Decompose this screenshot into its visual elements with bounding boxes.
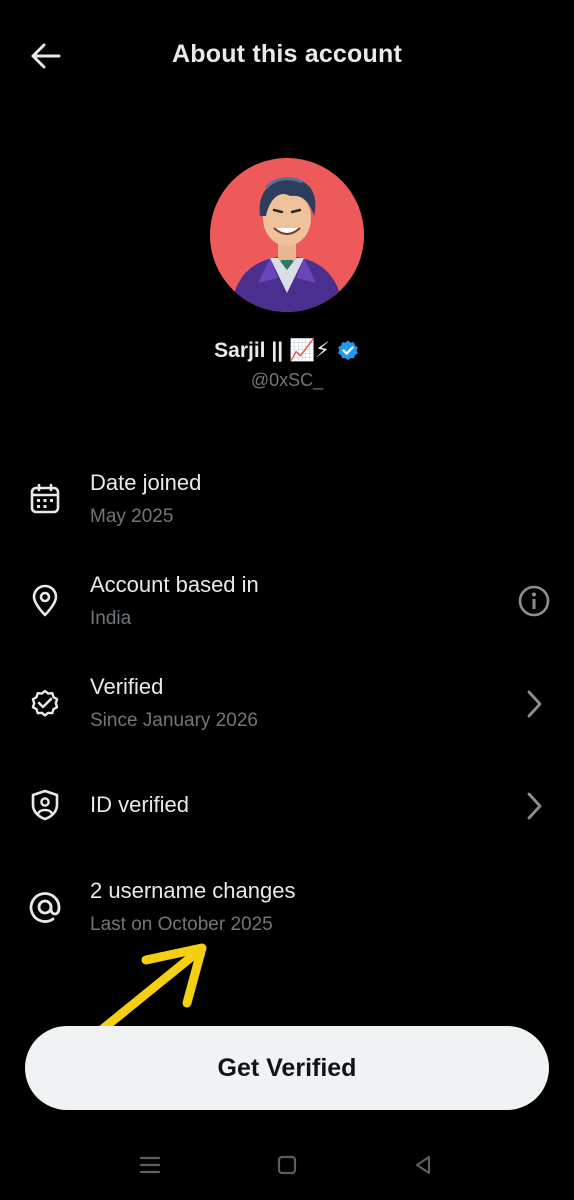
avatar-illustration — [210, 158, 364, 312]
system-navigation-bar — [0, 1140, 574, 1188]
chevron-button[interactable] — [516, 686, 552, 722]
menu-icon — [139, 1156, 161, 1174]
info-button[interactable] — [516, 583, 552, 619]
row-title: 2 username changes — [90, 878, 296, 903]
info-row-verified[interactable]: Verified Since January 2026 — [0, 662, 574, 752]
info-row-date-joined: Date joined May 2025 — [0, 458, 574, 548]
verified-checkmark-icon — [338, 340, 358, 360]
avatar[interactable] — [210, 158, 364, 312]
home-square-icon — [277, 1155, 297, 1175]
info-icon — [518, 585, 550, 617]
location-pin-icon — [26, 582, 64, 620]
chevron-button[interactable] — [516, 788, 552, 824]
row-title: ID verified — [90, 792, 190, 817]
chevron-right-icon — [527, 792, 542, 820]
row-title: Verified — [90, 674, 164, 699]
display-name: Sarjil || 📈⚡ — [214, 339, 330, 362]
page-title: About this account — [172, 40, 402, 68]
back-triangle-icon — [415, 1155, 431, 1175]
get-verified-button[interactable]: Get Verified — [25, 1026, 549, 1110]
row-title: Date joined — [90, 470, 202, 495]
info-row-id-verified[interactable]: ID verified — [0, 764, 574, 854]
row-subtitle: Last on October 2025 — [90, 914, 273, 935]
verified-badge-icon — [26, 684, 64, 722]
row-subtitle: Since January 2026 — [90, 710, 258, 731]
info-row-account-based-in: Account based in India — [0, 560, 574, 650]
row-subtitle: India — [90, 608, 132, 629]
recent-apps-button[interactable] — [133, 1148, 167, 1182]
row-subtitle: May 2025 — [90, 506, 174, 527]
handle: @0xSC_ — [250, 370, 324, 390]
chevron-right-icon — [527, 690, 542, 718]
back-nav-button[interactable] — [406, 1148, 440, 1182]
home-button[interactable] — [270, 1148, 304, 1182]
id-shield-icon — [26, 786, 64, 824]
at-sign-icon — [26, 888, 64, 926]
profile-name-row: Sarjil || 📈⚡ — [0, 338, 574, 363]
calendar-icon — [26, 480, 64, 518]
info-row-username-changes: 2 username changes Last on October 2025 — [0, 866, 574, 956]
row-title: Account based in — [90, 572, 259, 597]
